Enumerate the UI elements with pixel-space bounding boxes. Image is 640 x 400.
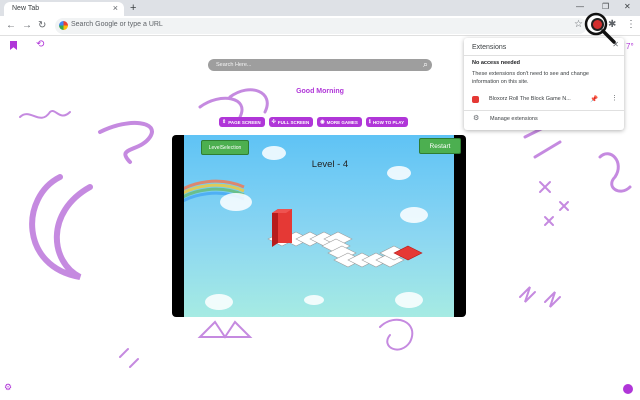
history-icon[interactable]: ⟲ [36, 39, 44, 50]
forward-icon[interactable]: → [22, 20, 32, 32]
settings-gear-icon[interactable]: ⚙ [4, 382, 12, 393]
gamepad-icon: ◉ [320, 119, 325, 125]
pin-icon[interactable]: 📌 [590, 95, 598, 103]
search-icon[interactable]: ⌕ [423, 59, 428, 70]
extension-name: Bloxorz Roll The Block Game N... [489, 96, 571, 102]
tab-title: New Tab [12, 5, 40, 12]
back-icon[interactable]: ← [6, 20, 16, 32]
page-search-bar: ⌕ [208, 59, 432, 71]
page-button-row: ⇕ PAGE SCREEN ✣ FULL SCREEN ◉ MORE GAMES… [219, 117, 409, 127]
tab-new-tab[interactable]: New Tab × [4, 2, 124, 16]
tab-strip: New Tab × + — ❐ ✕ [0, 0, 640, 16]
reload-icon[interactable]: ↻ [38, 20, 46, 32]
manage-extensions-button[interactable]: ⚙ Manage extensions [464, 114, 624, 126]
full-screen-button[interactable]: ✣ FULL SCREEN [268, 117, 314, 127]
extensions-popup-title: Extensions [472, 44, 507, 51]
more-games-button[interactable]: ◉ MORE GAMES [317, 117, 362, 127]
gear-icon: ⚙ [473, 115, 480, 122]
google-logo-icon [59, 21, 68, 30]
page-screen-icon: ⇕ [222, 119, 227, 125]
more-games-label: MORE GAMES [326, 119, 358, 125]
info-badge-icon[interactable] [623, 384, 633, 394]
bloxorz-extension-icon [472, 96, 479, 103]
close-window-icon[interactable]: ✕ [624, 2, 631, 12]
divider [464, 110, 624, 111]
search-input[interactable] [216, 60, 406, 70]
temperature: 7° [626, 42, 634, 51]
manage-extensions-label: Manage extensions [490, 116, 538, 122]
game-canvas[interactable]: LevelSelection Restart Level - 4 [184, 135, 461, 317]
restore-icon[interactable]: ❐ [602, 2, 609, 12]
level-selection-button[interactable]: LevelSelection [201, 140, 249, 155]
extensions-subtitle: No access needed [472, 60, 520, 66]
info-icon: ℹ [368, 119, 371, 125]
full-screen-label: FULL SCREEN [277, 119, 310, 125]
game-frame[interactable]: LevelSelection Restart Level - 4 [172, 135, 466, 317]
divider [464, 55, 624, 56]
extension-more-icon[interactable]: ⋮ [611, 94, 618, 102]
magnifier-cursor-icon [584, 12, 616, 44]
new-tab-button[interactable]: + [130, 2, 136, 14]
page-screen-button[interactable]: ⇕ PAGE SCREEN [219, 117, 265, 127]
page-screen-label: PAGE SCREEN [228, 119, 261, 125]
level-label: Level - 4 [311, 159, 349, 170]
restart-button[interactable]: Restart [419, 138, 461, 154]
minimize-icon[interactable]: — [576, 2, 584, 12]
extensions-description: These extensions don't need to see and c… [472, 71, 589, 85]
how-to-play-label: HOW TO PLAY [372, 119, 405, 125]
browser-menu-icon[interactable]: ⋮ [626, 19, 636, 30]
omnibox[interactable]: Search Google or type a URL ☆ [55, 18, 587, 34]
bookmark-star-icon[interactable]: ☆ [574, 19, 583, 30]
extension-row-bloxorz[interactable]: Bloxorz Roll The Block Game N... 📌 ⋮ [464, 94, 624, 107]
omnibox-placeholder: Search Google or type a URL [71, 21, 163, 28]
how-to-play-button[interactable]: ℹ HOW TO PLAY [365, 117, 409, 127]
player-block [272, 209, 292, 247]
browser-toolbar: ← → ↻ Search Google or type a URL ☆ [0, 16, 640, 36]
full-screen-icon: ✣ [271, 119, 276, 125]
tab-close-icon[interactable]: × [113, 3, 118, 13]
